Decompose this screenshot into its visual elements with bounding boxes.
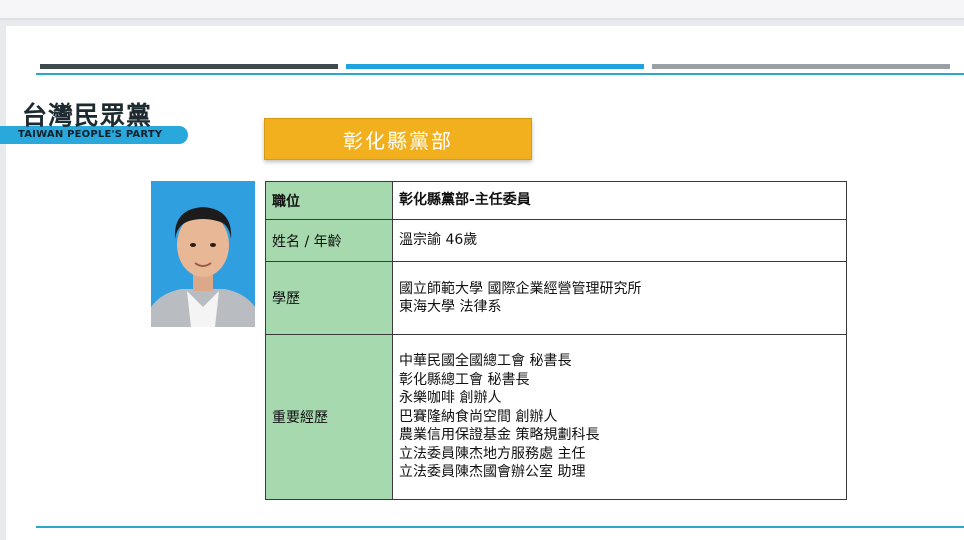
header-bar-blue [346, 64, 644, 69]
experience-line: 巴賽隆納食尚空間 創辦人 [399, 408, 558, 425]
header-divider [36, 73, 964, 75]
value-position: 彰化縣黨部-主任委員 [392, 181, 847, 220]
profile-table: 職位 彰化縣黨部-主任委員 姓名 / 年齡 溫宗諭 46歲 學歷 國立師範大學 … [265, 181, 847, 500]
label-experience: 重要經歷 [265, 334, 393, 500]
row-experience: 重要經歷 中華民國全國總工會 秘書長 彰化縣總工會 秘書長 永樂咖啡 創辦人 巴… [265, 334, 847, 500]
top-strip [0, 0, 964, 20]
experience-line: 永樂咖啡 創辦人 [399, 390, 502, 407]
value-education: 國立師範大學 國際企業經營管理研究所 東海大學 法律系 [392, 261, 847, 335]
row-name-age: 姓名 / 年齡 溫宗諭 46歲 [265, 219, 847, 262]
experience-line: 立法委員陳杰國會辦公室 助理 [399, 464, 586, 481]
label-name-age: 姓名 / 年齡 [265, 219, 393, 262]
row-education: 學歷 國立師範大學 國際企業經營管理研究所 東海大學 法律系 [265, 261, 847, 335]
party-logo-english: TAIWAN PEOPLE'S PARTY [18, 129, 163, 140]
header-bar-gray [652, 64, 950, 69]
education-line: 東海大學 法律系 [399, 299, 502, 315]
portrait-illustration [151, 181, 255, 327]
value-name-age: 溫宗諭 46歲 [392, 219, 847, 262]
party-logo-chinese: 台灣民眾黨 [22, 101, 153, 130]
experience-line: 中華民國全國總工會 秘書長 [399, 353, 572, 370]
footer-divider [36, 526, 964, 528]
header-bar-dark [40, 64, 338, 69]
branch-title: 彰化縣黨部 [264, 118, 532, 160]
portrait-photo [151, 181, 255, 327]
education-line: 國立師範大學 國際企業經營管理研究所 [399, 280, 642, 297]
slide: 台灣民眾黨 TAIWAN PEOPLE'S PARTY 彰化縣黨部 職位 彰化縣… [0, 26, 964, 540]
row-position: 職位 彰化縣黨部-主任委員 [265, 181, 847, 220]
label-position: 職位 [265, 181, 393, 220]
label-education: 學歷 [265, 261, 393, 335]
value-experience: 中華民國全國總工會 秘書長 彰化縣總工會 秘書長 永樂咖啡 創辦人 巴賽隆納食尚… [392, 334, 847, 500]
experience-line: 彰化縣總工會 秘書長 [399, 371, 530, 388]
experience-line: 立法委員陳杰地方服務處 主任 [399, 445, 586, 462]
experience-line: 農業信用保證基金 策略規劃科長 [399, 427, 600, 444]
